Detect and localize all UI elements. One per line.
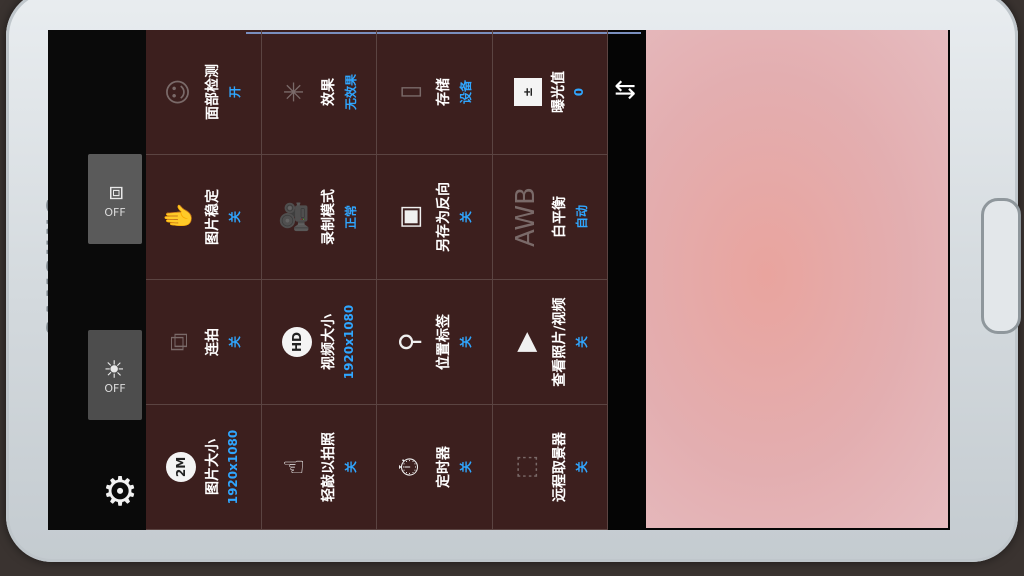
setting-label: 定时器 bbox=[435, 446, 452, 488]
setting-value: 关 bbox=[227, 211, 242, 224]
setting-icon: HD bbox=[281, 327, 312, 357]
setting-item[interactable]: ▯ 存储 设备 bbox=[377, 30, 493, 155]
setting-value: 关 bbox=[458, 461, 473, 474]
setting-item[interactable]: HD 视频大小 1920x1080 bbox=[261, 280, 377, 405]
setting-item[interactable]: ✳ 效果 无效果 bbox=[261, 30, 377, 155]
switch-camera-icon[interactable]: ⇆ bbox=[608, 60, 642, 120]
setting-icon: ± bbox=[513, 78, 542, 106]
setting-item[interactable]: ▶ 查看照片/视频关 bbox=[492, 280, 608, 405]
setting-item[interactable]: 🎥 录制模式 正常 bbox=[261, 155, 377, 280]
setting-value: 关 bbox=[227, 336, 242, 349]
setting-label: 白平衡 bbox=[551, 196, 568, 238]
setting-content: AWB 白平衡 自动 bbox=[495, 158, 605, 276]
setting-content: ⏱ 定时器关 bbox=[379, 408, 489, 526]
setting-content: 🎥 录制模式 正常 bbox=[264, 158, 374, 276]
setting-value: 关 bbox=[574, 336, 589, 349]
setting-icon: ▯ bbox=[394, 84, 425, 100]
setting-item[interactable]: ⚲ 位置标签关 bbox=[377, 280, 493, 405]
shortcut-burst[interactable]: ⧈ OFF bbox=[88, 154, 142, 244]
setting-value: 自动 bbox=[574, 205, 589, 230]
setting-content: ⧉ 连拍关 bbox=[148, 283, 258, 401]
setting-item[interactable]: AWB 白平衡 自动 bbox=[492, 155, 608, 280]
setting-value: 关 bbox=[343, 461, 358, 474]
setting-icon: AWB bbox=[510, 187, 541, 247]
setting-content: ▣ 另存为反向关 bbox=[379, 158, 489, 276]
setting-item[interactable]: ✋ 图片稳定关 bbox=[146, 155, 262, 280]
setting-content: ✋ 图片稳定关 bbox=[148, 158, 258, 276]
setting-value: 关 bbox=[574, 461, 589, 474]
settings-grid: 2M 图片大小 1920x1080 ⧉ 连拍关 ✋ 图片稳定关 ☺ 面部检测开 ☝ 轻敲以拍照关 HD… bbox=[146, 30, 641, 530]
setting-value: 无效果 bbox=[343, 74, 358, 111]
setting-content: ▯ 存储 设备 bbox=[379, 33, 489, 151]
setting-label: 连拍 bbox=[204, 328, 221, 356]
shortcut-night-mode[interactable]: ☀ OFF bbox=[88, 330, 142, 420]
setting-icon: ⬚ bbox=[510, 454, 541, 480]
setting-label: 轻敲以拍照 bbox=[320, 432, 337, 502]
setting-item[interactable]: ± 曝光值 0 bbox=[492, 30, 608, 155]
setting-value: 关 bbox=[458, 336, 473, 349]
setting-value: 1920x1080 bbox=[226, 429, 241, 505]
setting-icon: ☝ bbox=[279, 459, 310, 475]
setting-label: 图片稳定 bbox=[204, 189, 221, 245]
setting-value: 1920x1080 bbox=[341, 304, 356, 380]
setting-label: 查看照片/视频 bbox=[551, 297, 568, 387]
setting-item[interactable]: 2M 图片大小 1920x1080 bbox=[146, 405, 262, 530]
setting-value: 开 bbox=[227, 86, 242, 99]
setting-icon: 🎥 bbox=[279, 200, 310, 234]
left-toolbar: ⚙ ☀ OFF ⧈ OFF bbox=[48, 30, 146, 530]
setting-label: 效果 bbox=[320, 78, 337, 106]
setting-icon: ☺ bbox=[163, 78, 194, 106]
setting-icon: ⧉ bbox=[163, 332, 194, 352]
setting-label: 视频大小 bbox=[320, 314, 337, 370]
setting-content: HD 视频大小 1920x1080 bbox=[264, 283, 374, 401]
setting-content: ☝ 轻敲以拍照关 bbox=[264, 408, 374, 526]
setting-icon: ▶ bbox=[510, 332, 541, 352]
setting-value: 设备 bbox=[458, 80, 473, 105]
setting-icon: 2M bbox=[166, 452, 197, 482]
camera-screen: ⚙ ☀ OFF ⧈ OFF 2M 图片大小 1920x1080 ⧉ 连拍关 ✋ 图片稳定关 ☺… bbox=[48, 30, 950, 530]
setting-icon: ⚲ bbox=[394, 332, 425, 352]
setting-content: ✳ 效果 无效果 bbox=[264, 33, 374, 151]
setting-content: ⬚ 远程取景器关 bbox=[495, 408, 605, 526]
setting-icon: ✋ bbox=[163, 200, 194, 234]
setting-label: 远程取景器 bbox=[551, 432, 568, 502]
setting-content: ▶ 查看照片/视频关 bbox=[495, 283, 605, 401]
setting-label: 面部检测 bbox=[204, 64, 221, 120]
setting-item[interactable]: ▣ 另存为反向关 bbox=[377, 155, 493, 280]
shortcut-value: OFF bbox=[104, 381, 126, 395]
setting-label: 图片大小 bbox=[205, 439, 222, 495]
setting-content: 2M 图片大小 1920x1080 bbox=[148, 408, 258, 526]
setting-icon: ✳ bbox=[279, 81, 310, 103]
setting-label: 另存为反向 bbox=[435, 182, 452, 252]
sun-icon: ☀ bbox=[100, 357, 129, 380]
setting-icon: ⏱ bbox=[394, 456, 425, 478]
burst-icon: ⧈ bbox=[100, 184, 129, 201]
setting-label: 录制模式 bbox=[320, 189, 337, 245]
setting-icon: ▣ bbox=[394, 204, 425, 230]
camera-preview[interactable] bbox=[646, 30, 948, 528]
setting-label: 曝光值 bbox=[550, 71, 567, 113]
setting-label: 存储 bbox=[435, 78, 452, 106]
setting-value: 0 bbox=[571, 87, 586, 97]
gear-icon[interactable]: ⚙ bbox=[98, 470, 142, 514]
shortcut-value: OFF bbox=[104, 205, 126, 219]
setting-content: ± 曝光值 0 bbox=[495, 33, 605, 151]
setting-value: 关 bbox=[458, 211, 473, 224]
setting-item[interactable]: ⬚ 远程取景器关 bbox=[492, 405, 608, 530]
setting-item[interactable]: ⏱ 定时器关 bbox=[377, 405, 493, 530]
settings-panel: ⚙ ☀ OFF ⧈ OFF 2M 图片大小 1920x1080 ⧉ 连拍关 ✋ 图片稳定关 ☺… bbox=[48, 30, 644, 530]
setting-value: 正常 bbox=[343, 205, 358, 230]
setting-item[interactable]: ☝ 轻敲以拍照关 bbox=[261, 405, 377, 530]
setting-content: ☺ 面部检测开 bbox=[148, 33, 258, 151]
setting-item[interactable]: ☺ 面部检测开 bbox=[146, 30, 262, 155]
home-button[interactable] bbox=[981, 198, 1021, 334]
setting-item[interactable]: ⧉ 连拍关 bbox=[146, 280, 262, 405]
setting-content: ⚲ 位置标签关 bbox=[379, 283, 489, 401]
setting-label: 位置标签 bbox=[435, 314, 452, 370]
